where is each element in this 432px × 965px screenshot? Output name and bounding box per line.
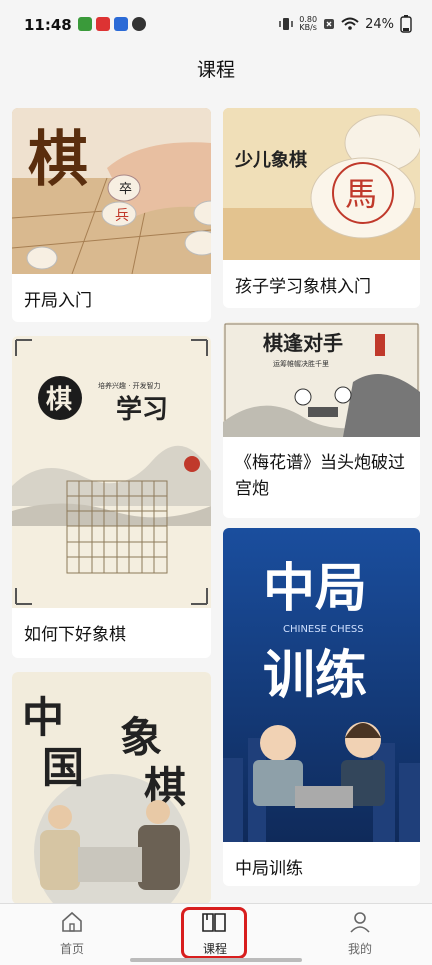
- home-indicator[interactable]: [130, 958, 302, 962]
- course-title: 中局训练: [235, 859, 303, 879]
- app-notification-icon: [114, 17, 128, 31]
- course-card[interactable]: 兵 卒 棋 开局入门: [12, 108, 211, 322]
- thumbnail-text: 棋逢对手: [263, 331, 343, 355]
- thumbnail-text: 棋: [28, 125, 88, 195]
- vibrate-icon: [279, 18, 294, 30]
- course-title: 孩子学习象棋入门: [235, 277, 371, 297]
- course-thumbnail: 中 象 国 棋: [12, 672, 211, 904]
- course-title: 如何下好象棋: [24, 625, 126, 645]
- thumbnail-subtext: 培养兴趣 · 开发智力: [98, 381, 161, 390]
- home-icon: [62, 911, 82, 932]
- active-tab-highlight: [181, 907, 247, 959]
- status-bar: 11:48 0.80 KB/s 24%: [0, 0, 432, 52]
- app-notification-icon: [78, 17, 92, 31]
- nav-label: 我的: [347, 942, 372, 956]
- svg-text:兵: 兵: [115, 208, 129, 224]
- user-icon: [350, 912, 370, 933]
- course-thumbnail: 棋逢对手 运筹帷幄决胜千里: [223, 322, 420, 437]
- no-sim-icon: [324, 19, 335, 29]
- app-notification-icon: [96, 17, 110, 31]
- svg-text:象: 象: [120, 713, 162, 762]
- thumbnail-subtext: CHINESE CHESS: [283, 624, 364, 635]
- battery-percent: 24%: [365, 16, 394, 32]
- nav-home[interactable]: 首页: [37, 910, 107, 957]
- course-title: 开局入门: [24, 291, 92, 311]
- app-notification-icon: [132, 17, 146, 31]
- course-thumbnail: 中局 CHINESE CHESS 训练: [223, 528, 420, 842]
- svg-text:中: 中: [22, 693, 64, 742]
- svg-text:馬: 馬: [345, 175, 377, 213]
- thumbnail-text: 棋: [46, 385, 72, 415]
- course-thumbnail: 兵 卒 棋: [12, 108, 211, 274]
- course-card[interactable]: 棋 学习 培养兴趣 · 开发智力 如何下好象棋: [12, 336, 211, 658]
- nav-label: 首页: [59, 942, 84, 956]
- svg-text:国: 国: [42, 743, 84, 792]
- page-title: 课程: [196, 59, 235, 81]
- course-card[interactable]: 中局 CHINESE CHESS 训练 中局训练: [223, 528, 420, 886]
- course-card[interactable]: 棋逢对手 运筹帷幄决胜千里 《梅花谱》当头炮破过宫炮: [223, 322, 420, 518]
- battery-icon: [400, 15, 412, 33]
- thumbnail-subtext: 运筹帷幄决胜千里: [273, 359, 329, 368]
- thumbnail-text: 训练: [263, 646, 367, 706]
- svg-text:卒: 卒: [119, 182, 132, 197]
- course-card[interactable]: 馬 少儿象棋 孩子学习象棋入门: [223, 108, 420, 308]
- course-title: 《梅花谱》当头炮破过宫炮: [235, 453, 405, 499]
- status-time: 11:48: [24, 16, 72, 34]
- wifi-icon: [341, 17, 359, 30]
- status-indicators: 0.80 KB/s 24%: [279, 15, 412, 33]
- nav-profile[interactable]: 我的: [325, 910, 395, 957]
- thumbnail-text: 中局: [263, 559, 367, 619]
- course-thumbnail: 馬 少儿象棋: [223, 108, 420, 260]
- status-app-icons: [78, 17, 146, 31]
- network-speed: 0.80 KB/s: [299, 16, 317, 32]
- course-thumbnail: 棋 学习 培养兴趣 · 开发智力: [12, 336, 211, 608]
- course-card[interactable]: 中 象 国 棋: [12, 672, 211, 904]
- speed-unit: KB/s: [299, 23, 317, 32]
- thumbnail-text: 学习: [116, 394, 168, 425]
- header: 课程: [0, 52, 432, 96]
- thumbnail-text: 少儿象棋: [234, 149, 307, 171]
